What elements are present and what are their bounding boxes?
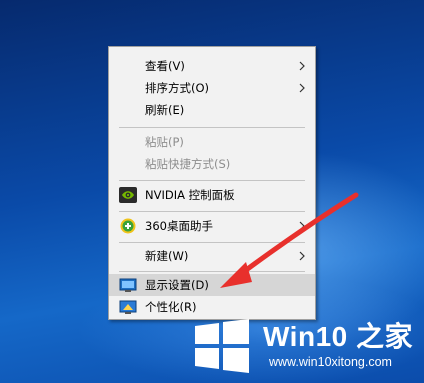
menu-item-label: 显示设置(D): [145, 278, 209, 292]
menu-item-display-settings[interactable]: 显示设置(D): [109, 274, 315, 296]
menu-item-refresh[interactable]: 刷新(E): [109, 99, 315, 121]
chevron-right-icon: [299, 61, 305, 71]
menu-item-label: 排序方式(O): [145, 81, 210, 95]
chevron-right-icon: [299, 221, 305, 231]
windows-logo-icon: [195, 319, 249, 373]
menu-separator: [119, 271, 305, 272]
menu-item-paste[interactable]: 粘贴(P): [109, 131, 315, 153]
nvidia-icon: [119, 187, 137, 203]
menu-item-new[interactable]: 新建(W): [109, 245, 315, 267]
chevron-right-icon: [299, 83, 305, 93]
menu-item-label: 查看(V): [145, 59, 185, 73]
menu-item-sort-by[interactable]: 排序方式(O): [109, 77, 315, 99]
chevron-right-icon: [299, 251, 305, 261]
personalize-icon: [119, 300, 137, 314]
menu-item-label: 新建(W): [145, 249, 189, 263]
menu-item-360-desktop-assistant[interactable]: 360桌面助手: [109, 215, 315, 237]
context-menu: 查看(V) 排序方式(O) 刷新(E) 粘贴(P) 粘贴快捷方式(S) NVID…: [108, 46, 316, 320]
menu-item-label: NVIDIA 控制面板: [145, 188, 235, 202]
menu-item-nvidia-control-panel[interactable]: NVIDIA 控制面板: [109, 184, 315, 206]
display-settings-icon: [119, 278, 137, 292]
menu-separator: [119, 242, 305, 243]
menu-separator: [119, 127, 305, 128]
watermark: Win10 之家 www.win10xitong.com: [187, 313, 420, 379]
menu-separator: [119, 180, 305, 181]
menu-item-label: 360桌面助手: [145, 219, 213, 233]
menu-item-view[interactable]: 查看(V): [109, 55, 315, 77]
360-assistant-icon: [120, 218, 136, 234]
menu-separator: [119, 211, 305, 212]
menu-item-label: 粘贴(P): [145, 135, 184, 149]
menu-item-label: 刷新(E): [145, 103, 185, 117]
watermark-title: Win10 之家: [263, 321, 413, 352]
menu-item-paste-shortcut[interactable]: 粘贴快捷方式(S): [109, 153, 315, 175]
menu-item-label: 粘贴快捷方式(S): [145, 157, 231, 171]
watermark-url: www.win10xitong.com: [269, 355, 392, 369]
